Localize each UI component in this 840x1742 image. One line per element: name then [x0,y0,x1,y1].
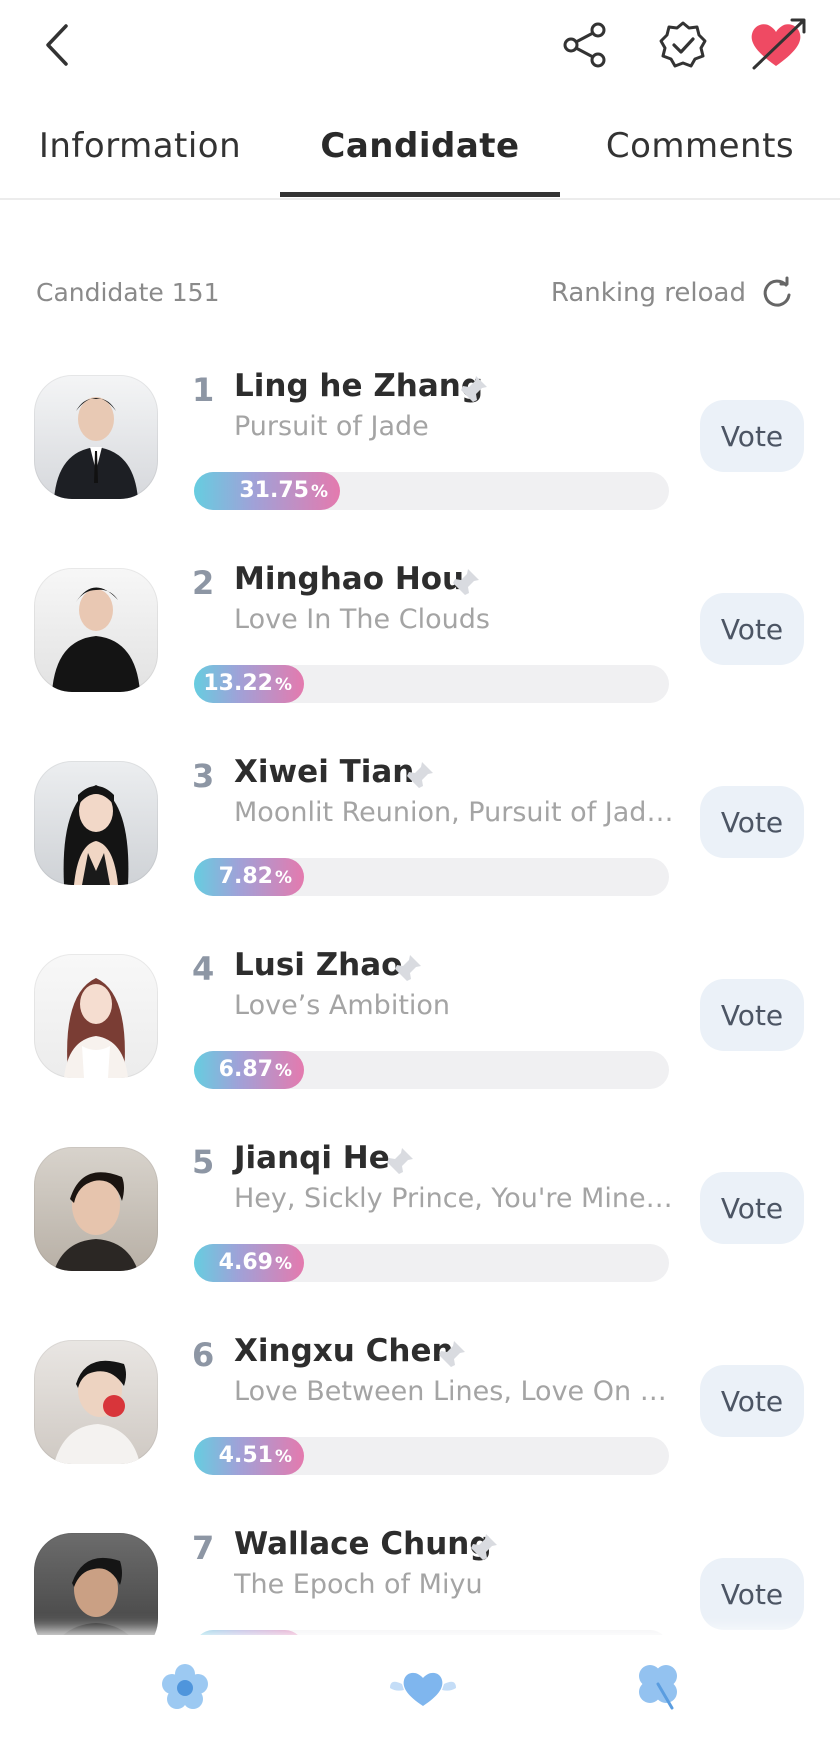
rank-number: 3 [192,757,215,795]
candidate-name: Wallace Chung [234,1526,492,1562]
avatar[interactable] [34,1340,158,1464]
rank-number: 6 [192,1336,215,1374]
candidate-count: Candidate 151 [36,278,220,307]
candidate-row: 7 Wallace Chung The Epoch of Miyu Vote [0,1503,840,1635]
rank-number: 2 [192,564,215,602]
avatar[interactable] [34,761,158,885]
vote-share-label: 31.75% [239,478,328,503]
pin-icon[interactable] [456,373,490,407]
vote-share-bar [194,1630,669,1635]
verified-badge-icon[interactable] [658,20,708,70]
vote-share-label: 6.87% [218,1057,292,1082]
pin-icon[interactable] [434,1338,468,1372]
rank-number: 1 [192,371,215,409]
vote-share-bar: 13.22% [194,665,669,703]
vote-share-label: 7.82% [218,864,292,889]
pin-icon[interactable] [402,759,436,793]
vote-share-bar: 4.69% [194,1244,669,1282]
avatar[interactable] [34,375,158,499]
candidate-work: The Epoch of Miyu [234,1569,483,1600]
share-icon[interactable] [562,22,608,68]
candidate-row: 4 Lusi Zhao Love’s Ambition 6.87% Vote [0,924,840,1117]
candidate-name: Xiwei Tian [234,754,415,790]
rank-number: 7 [192,1529,215,1567]
avatar[interactable] [34,954,158,1078]
vote-share-fill [194,1630,304,1635]
candidate-name: Ling he Zhang [234,368,484,404]
vote-button[interactable]: Vote [700,1558,804,1630]
vote-button[interactable]: Vote [700,1172,804,1244]
candidate-list: 1 Ling he Zhang Pursuit of Jade 31.75% V… [0,345,840,1635]
vote-button[interactable]: Vote [700,400,804,472]
candidate-row: 6 Xingxu Chen Love Between Lines, Love O… [0,1310,840,1503]
pin-icon[interactable] [466,1531,500,1565]
candidate-work: Pursuit of Jade [234,411,429,442]
heart-arrow-icon[interactable] [748,16,808,72]
avatar[interactable] [34,1147,158,1271]
avatar[interactable] [34,1533,158,1635]
candidate-work: Love In The Clouds [234,604,490,635]
tab-information[interactable]: Information [0,96,280,196]
pin-icon[interactable] [390,952,424,986]
candidate-name: Xingxu Chen [234,1333,454,1369]
vote-button[interactable]: Vote [700,1365,804,1437]
vote-share-label: 4.69% [218,1250,292,1275]
back-arrow-icon[interactable] [40,22,76,68]
rank-number: 5 [192,1143,215,1181]
ranking-reload-button[interactable]: Ranking reload [551,276,794,310]
candidate-row: 1 Ling he Zhang Pursuit of Jade 31.75% V… [0,345,840,538]
candidate-work: Love Between Lines, Love On Th... [234,1376,674,1407]
reload-icon [763,276,791,307]
active-tab-indicator [280,192,560,197]
vote-share-bar: 6.87% [194,1051,669,1089]
clover-icon[interactable] [632,1660,684,1712]
ranking-reload-label: Ranking reload [550,278,746,308]
vote-share-label: 13.22% [203,671,292,696]
vote-button[interactable]: Vote [700,786,804,858]
candidate-name: Jianqi He [234,1140,390,1176]
tab-comments[interactable]: Comments [560,96,840,196]
rank-number: 4 [192,950,215,988]
candidate-row: 3 Xiwei Tian Moonlit Reunion, Pursuit of… [0,731,840,924]
vote-button[interactable]: Vote [700,979,804,1051]
tab-bar: Information Candidate Comments [0,96,840,200]
candidate-name: Lusi Zhao [234,947,403,983]
vote-share-bar: 7.82% [194,858,669,896]
vote-share-bar: 4.51% [194,1437,669,1475]
heart-wings-icon[interactable] [388,1664,458,1710]
candidate-work: Hey, Sickly Prince, You're Mine t... [234,1183,674,1214]
pin-icon[interactable] [382,1145,416,1179]
tab-candidate[interactable]: Candidate [280,96,560,196]
candidate-work: Moonlit Reunion, Pursuit of Jade... [234,797,674,828]
top-bar [0,0,840,92]
pin-icon[interactable] [448,566,482,600]
candidate-work: Love’s Ambition [234,990,451,1021]
candidate-row: 5 Jianqi He Hey, Sickly Prince, You're M… [0,1117,840,1310]
bottom-nav [0,1636,840,1742]
candidate-row: 2 Minghao Hou Love In The Clouds 13.22% … [0,538,840,731]
vote-share-label: 4.51% [218,1443,292,1468]
flower-icon[interactable] [160,1662,210,1712]
vote-share-bar: 31.75% [194,472,669,510]
candidate-name: Minghao Hou [234,561,465,597]
avatar[interactable] [34,568,158,692]
vote-button[interactable]: Vote [700,593,804,665]
